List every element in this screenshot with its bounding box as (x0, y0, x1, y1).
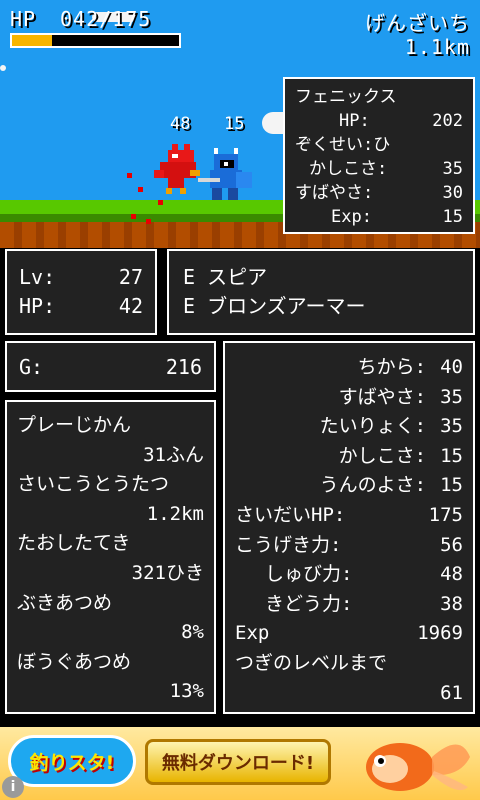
equipped-armor[interactable]: E ブロンズアーマー (183, 292, 459, 321)
gold-row: G: 216 (19, 354, 202, 381)
stat-row: さいだいHP: 175 (235, 501, 463, 531)
damage-number: 48 (170, 114, 191, 134)
distance-value: 1.1km (404, 35, 470, 59)
enemy-wisdom-row: かしこさ: 35 (295, 157, 463, 181)
hp-text: 042/175 (60, 7, 152, 31)
info-icon[interactable]: i (2, 776, 24, 798)
stat-value: 35 (440, 385, 463, 408)
stat-label: うんのよさ: (319, 474, 427, 497)
equipment-panel[interactable]: E スピア E ブロンズアーマー (167, 249, 475, 335)
enemy-speed-label: すばやさ: (295, 183, 374, 203)
next-level-label: つぎのレベルまで (235, 651, 388, 674)
location-label: げんざいち (365, 11, 470, 35)
goldfish-icon (366, 743, 470, 791)
enemies-defeated-value: 321ひき (131, 561, 204, 584)
records-panel: プレーじかん 31ふん さいこうとうたつ 1.2km たおしたてき 321ひき … (5, 400, 216, 714)
enemy-element-row: ぞくせい: ひ (295, 133, 463, 157)
ad-download-button[interactable]: 無料ダウンロード! (145, 739, 331, 785)
ad-download-label: 無料ダウンロード! (161, 753, 315, 774)
hit-particle (131, 214, 136, 219)
enemy-name: フェニックス (295, 87, 397, 107)
enemy-hp-row: HP: 202 (295, 109, 463, 133)
enemy-exp-label: Exp: (331, 207, 372, 227)
enemy-speed-row: すばやさ: 30 (295, 181, 463, 205)
stat-row: うんのよさ: 15 (235, 471, 463, 501)
stat-value: 38 (440, 592, 463, 615)
stat-label: たいりょく: (319, 415, 427, 438)
stat-row: Exp 1969 (235, 619, 463, 649)
max-distance-label: さいこうとうたつ (17, 473, 170, 496)
equipped-weapon[interactable]: E スピア (183, 263, 459, 292)
enemy-speed-value: 30 (442, 183, 463, 203)
player-hp-value: 42 (118, 294, 143, 318)
play-time-value: 31ふん (143, 443, 204, 466)
enemy-wisdom-label: かしこさ: (309, 159, 388, 179)
stat-row: しゅび力: 48 (235, 560, 463, 590)
hit-particle (127, 173, 132, 178)
ad-logo-text: 釣りスタ! (29, 751, 115, 774)
hit-particle (138, 187, 143, 192)
enemy-element-label: ぞくせい: (295, 135, 374, 155)
gold-value: 216 (165, 355, 202, 379)
player-hp-row: HP: 42 (19, 292, 143, 321)
gold-label: G: (19, 355, 44, 379)
enemy-exp-value: 15 (442, 207, 463, 227)
stat-value: 56 (440, 533, 463, 556)
player-level-panel: Lv: 27 HP: 42 (5, 249, 157, 335)
hit-particle (146, 219, 151, 224)
stat-value: 175 (428, 503, 463, 526)
stat-value: 15 (440, 444, 463, 467)
stat-label: きどう力: (265, 592, 353, 615)
damage-number: 15 (224, 114, 245, 134)
ad-logo[interactable]: 釣りスタ! (8, 735, 136, 787)
enemy-exp-row: Exp: 15 (295, 205, 463, 229)
stat-row: たいりょく: 35 (235, 412, 463, 442)
stat-label: Exp (235, 622, 270, 645)
stat-row: ちから: 40 (235, 353, 463, 383)
stats-panel: ちから: 40 すばやさ: 35 たいりょく: 35 かしこさ: 15 うんのよさ: 15… (223, 341, 475, 714)
enemy-hp-label: HP: (339, 111, 370, 131)
stat-value: 15 (440, 474, 463, 497)
armor-collection-label: ぼうぐあつめ (17, 650, 132, 673)
hp-label: HP (10, 7, 37, 31)
stat-label: かしこさ: (338, 444, 427, 467)
cloud (0, 65, 6, 71)
enemy-hp-value: 202 (432, 111, 463, 131)
weapon-collection-label: ぶきあつめ (17, 591, 113, 614)
stat-label: しゅび力: (265, 563, 353, 586)
level-value: 27 (118, 265, 143, 289)
stat-label: ちから: (357, 356, 427, 378)
stat-row: きどう力: 38 (235, 590, 463, 620)
enemies-defeated-label: たおしたてき (17, 532, 131, 555)
stat-label: すばやさ: (338, 385, 427, 408)
stat-label: こうげき力: (235, 533, 342, 556)
level-row: Lv: 27 (19, 263, 143, 292)
enemy-element-value: ひ (373, 135, 391, 155)
hp-bar-fill (12, 35, 53, 46)
max-distance-value: 1.2km (146, 502, 204, 525)
ad-banner[interactable]: 釣りスタ! 無料ダウンロード! i (0, 727, 480, 800)
gold-panel: G: 216 (5, 341, 216, 392)
enemy-wisdom-value: 35 (442, 159, 463, 179)
stat-row: こうげき力: 56 (235, 531, 463, 561)
hit-particle (158, 200, 163, 205)
hp-bar (10, 33, 181, 48)
stat-value: 1969 (417, 622, 463, 645)
player-hp-label: HP: (19, 294, 56, 318)
stat-value: 35 (440, 415, 463, 438)
weapon-collection-value: 8% (181, 621, 204, 644)
enemy-info-panel: フェニックス HP: 202 ぞくせい: ひ かしこさ: 35 すばやさ: 30 Exp… (283, 77, 475, 234)
next-level-value: 61 (440, 681, 463, 704)
battle-scene: HP 042/175 げんざいち 1.1km 48 15 フェニックス HP: 2… (0, 0, 480, 248)
stat-value: 40 (440, 356, 463, 378)
stat-row: すばやさ: 35 (235, 383, 463, 413)
play-time-label: プレーじかん (17, 414, 132, 436)
armor-collection-value: 13% (169, 680, 204, 703)
hero-knight-sprite (198, 148, 252, 200)
stat-row: かしこさ: 15 (235, 442, 463, 472)
stat-label: さいだいHP: (235, 503, 346, 526)
stat-value: 48 (440, 563, 463, 586)
level-label: Lv: (19, 265, 56, 289)
